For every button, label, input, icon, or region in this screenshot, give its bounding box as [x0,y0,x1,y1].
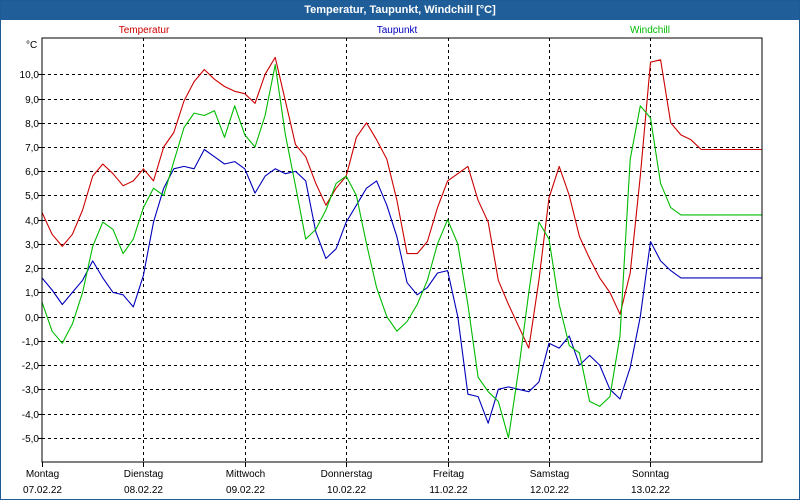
y-tick-label: 9,0 [25,95,39,106]
y-tick-label: -2,0 [22,361,40,372]
x-tick-date: 09.02.22 [226,485,265,496]
legend-windchill: Windchill [630,25,670,36]
y-tick-label: 4,0 [25,216,39,227]
y-tick-label: -4,0 [22,410,40,421]
y-tick-label: 8,0 [25,119,39,130]
x-tick-weekday: Donnerstag [321,469,373,480]
x-tick-weekday: Freitag [433,469,464,480]
y-tick-label: 7,0 [25,143,39,154]
y-tick-label: 5,0 [25,191,39,202]
x-tick-date: 10.02.22 [327,485,366,496]
y-tick-label: -5,0 [22,434,40,445]
legend-taupunkt: Taupunkt [377,25,418,36]
y-tick-label: 2,0 [25,264,39,275]
x-tick-date: 13.02.22 [631,485,670,496]
plot-area [41,37,763,463]
line-chart: 10,0 9,0 8,0 7,0 6,0 5,0 4,0 3,0 2,0 1,0 0,0 -1,0 -2… [20,25,763,496]
y-tick-label: -1,0 [22,337,40,348]
y-tick-label: 1,0 [25,288,39,299]
x-tick-date: 08.02.22 [124,485,163,496]
y-axis-label: °C [26,40,37,51]
y-tick-label: 3,0 [25,240,39,251]
x-tick-weekday: Montag [26,469,59,480]
legend-temperatur: Temperatur [119,25,170,36]
y-tick-label: 10,0 [20,70,40,81]
x-tick-date: 07.02.22 [23,485,62,496]
y-tick-label: 6,0 [25,167,39,178]
x-tick-date: 11.02.22 [429,485,468,496]
x-tick-weekday: Samstag [530,469,569,480]
x-tick-weekday: Sonntag [632,469,669,480]
y-tick-label: -3,0 [22,385,40,396]
x-tick-date: 12.02.22 [530,485,569,496]
x-tick-weekday: Dienstag [124,469,163,480]
y-tick-label: 0,0 [25,313,39,324]
x-tick-weekday: Mittwoch [226,469,265,480]
